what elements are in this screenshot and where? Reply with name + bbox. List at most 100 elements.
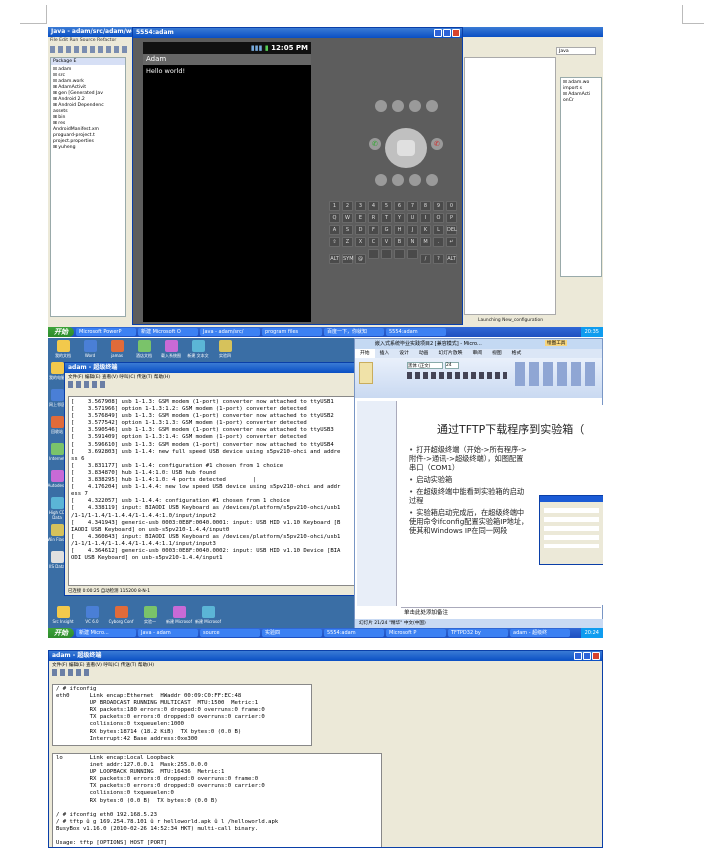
taskbar-button[interactable]: 5554:adam <box>324 629 384 637</box>
keyboard-key[interactable]: . <box>433 237 444 247</box>
ribbon-tab[interactable]: 插入 <box>375 349 395 358</box>
keyboard-key[interactable]: Y <box>394 213 405 223</box>
keyboard-key[interactable]: I <box>420 213 431 223</box>
taskbar-button[interactable]: adam - 超级终 <box>510 629 570 637</box>
keyboard-key[interactable]: L <box>433 225 444 235</box>
notes-pane[interactable]: 单击此处添加备注 <box>401 607 601 617</box>
paste-button[interactable] <box>359 362 373 384</box>
back-button[interactable] <box>409 174 421 186</box>
hyperterminal-menubar[interactable]: 文件(F) 编辑(E) 查看(V) 呼叫(C) 传送(T) 帮助(H) <box>49 661 602 669</box>
taskbar-button[interactable]: program files <box>262 328 322 336</box>
keyboard-key[interactable]: Z <box>342 237 353 247</box>
taskbar-button[interactable]: Java - adam/src/ <box>200 328 260 336</box>
minimize-button[interactable] <box>434 29 442 37</box>
formatting-buttons[interactable] <box>407 372 507 379</box>
font-size-select[interactable]: 24 <box>445 362 459 369</box>
ribbon-tab[interactable]: 视图 <box>487 349 507 358</box>
keyboard-key[interactable]: P <box>446 213 457 223</box>
taskbar-button[interactable]: Microsoft PowerP <box>76 328 136 336</box>
phone-screen[interactable]: ▮▮▮ ▮ 12:05 PM Adam Hello world! <box>143 42 311 322</box>
keyboard-key[interactable]: R <box>368 213 379 223</box>
keyboard-key[interactable]: F <box>368 225 379 235</box>
ribbon-tab[interactable]: 审阅 <box>467 349 487 358</box>
home-button[interactable] <box>375 174 387 186</box>
keyboard-key[interactable]: 7 <box>407 201 418 211</box>
eclipse-menubar[interactable]: File Edit Run Source Refactor <box>50 38 116 43</box>
desktop-icon[interactable]: 新建 Microsof <box>195 606 221 625</box>
ribbon-tab[interactable]: 动画 <box>414 349 434 358</box>
taskbar-button[interactable]: 新建 Micro... <box>76 629 136 637</box>
font-select[interactable]: 黑体 (正文) <box>407 362 443 369</box>
project-tree[interactable]: ⊟ adam ⊟ src ⊟ adam.work ⊞ AdamActivit ⊞… <box>51 65 125 153</box>
keyboard-key[interactable]: ALT <box>329 254 340 264</box>
keyboard-key[interactable]: K <box>420 225 431 235</box>
desktop-icon[interactable]: Src Insight <box>50 606 76 624</box>
keyboard-key[interactable]: D <box>355 225 366 235</box>
taskbar-button[interactable]: 实验四 <box>262 629 322 637</box>
keyboard-key[interactable]: H <box>394 225 405 235</box>
volume-up-button[interactable] <box>409 100 421 112</box>
keyboard-key[interactable]: 5 <box>381 201 392 211</box>
close-button[interactable] <box>452 29 460 37</box>
menu-button[interactable] <box>392 174 404 186</box>
keyboard-key[interactable] <box>407 249 418 259</box>
keyboard-key[interactable]: 6 <box>394 201 405 211</box>
outline-tree[interactable]: ⊟ adam.wo import s ⊟ AdamActi onCr <box>561 78 601 106</box>
hyperterminal-toolbar[interactable] <box>52 669 92 676</box>
start-button[interactable]: 开始 <box>48 628 74 638</box>
volume-down-button[interactable] <box>392 100 404 112</box>
desktop-icon[interactable]: 实验一 <box>137 606 163 625</box>
hyperterminal-toolbar[interactable] <box>68 381 108 388</box>
terminal-output-ifconfig-eth0[interactable]: / # ifconfig eth0 Link encap:Ethernet HW… <box>52 684 312 746</box>
ribbon-tab[interactable]: 设计 <box>394 349 414 358</box>
dpad-center[interactable] <box>397 140 415 156</box>
keyboard-key[interactable]: DEL <box>446 225 457 235</box>
keyboard-key[interactable]: @ <box>355 254 366 264</box>
terminal-output-ifconfig-lo-tftp[interactable]: lo Link encap:Local Loopback inet addr:1… <box>52 753 382 847</box>
keyboard-key[interactable]: V <box>381 237 392 247</box>
keyboard-key[interactable]: U <box>407 213 418 223</box>
desktop-icon[interactable]: 酒店文档 <box>131 340 157 359</box>
keyboard-key[interactable]: S <box>342 225 353 235</box>
keyboard-key[interactable]: A <box>329 225 340 235</box>
ribbon-tab[interactable]: 幻灯片放映 <box>433 349 467 358</box>
taskbar-button[interactable]: TFTPD32 by <box>448 629 508 637</box>
taskbar-button[interactable]: 5554:adam <box>386 328 446 336</box>
close-button[interactable] <box>592 652 600 660</box>
ribbon-tab[interactable]: 开始 <box>355 349 375 358</box>
keyboard-key[interactable]: / <box>420 254 431 264</box>
start-button[interactable]: 开始 <box>48 327 74 337</box>
keyboard-key[interactable]: O <box>433 213 444 223</box>
keyboard-key[interactable]: 9 <box>433 201 444 211</box>
eclipse-toolbar[interactable] <box>50 46 130 53</box>
camera-button[interactable] <box>375 100 387 112</box>
maximize-button[interactable] <box>583 652 591 660</box>
end-call-button[interactable]: ✆ <box>431 138 443 150</box>
keyboard-key[interactable]: 3 <box>355 201 366 211</box>
keyboard-key[interactable]: W <box>342 213 353 223</box>
desktop-icon[interactable]: VC 6.0 <box>79 606 105 624</box>
minimize-button[interactable] <box>574 652 582 660</box>
maximize-button[interactable] <box>443 29 451 37</box>
keyboard-key[interactable]: N <box>407 237 418 247</box>
keyboard-key[interactable]: M <box>420 237 431 247</box>
keyboard-key[interactable]: J <box>407 225 418 235</box>
ribbon-tab[interactable]: 格式 <box>507 349 527 358</box>
keyboard-key[interactable]: 1 <box>329 201 340 211</box>
power-button[interactable] <box>426 100 438 112</box>
keyboard-key[interactable]: T <box>381 213 392 223</box>
search-button[interactable] <box>426 174 438 186</box>
perspective-switcher[interactable]: Java <box>556 47 596 55</box>
keyboard-key[interactable]: 4 <box>368 201 379 211</box>
keyboard-key[interactable]: 2 <box>342 201 353 211</box>
keyboard-key[interactable]: E <box>355 213 366 223</box>
desktop-icon[interactable]: 载入系统图 <box>158 340 184 359</box>
taskbar-button[interactable]: Microsoft P <box>386 629 446 637</box>
taskbar-button[interactable]: Java - adam <box>138 629 198 637</box>
desktop-icon[interactable]: 新建 文本文 <box>185 340 211 359</box>
desktop-icon[interactable]: jamas <box>104 340 130 358</box>
call-button[interactable]: ✆ <box>369 138 381 150</box>
keyboard-key[interactable]: 0 <box>446 201 457 211</box>
keyboard-key[interactable]: SYM <box>342 254 354 264</box>
keyboard-key[interactable] <box>368 249 379 259</box>
